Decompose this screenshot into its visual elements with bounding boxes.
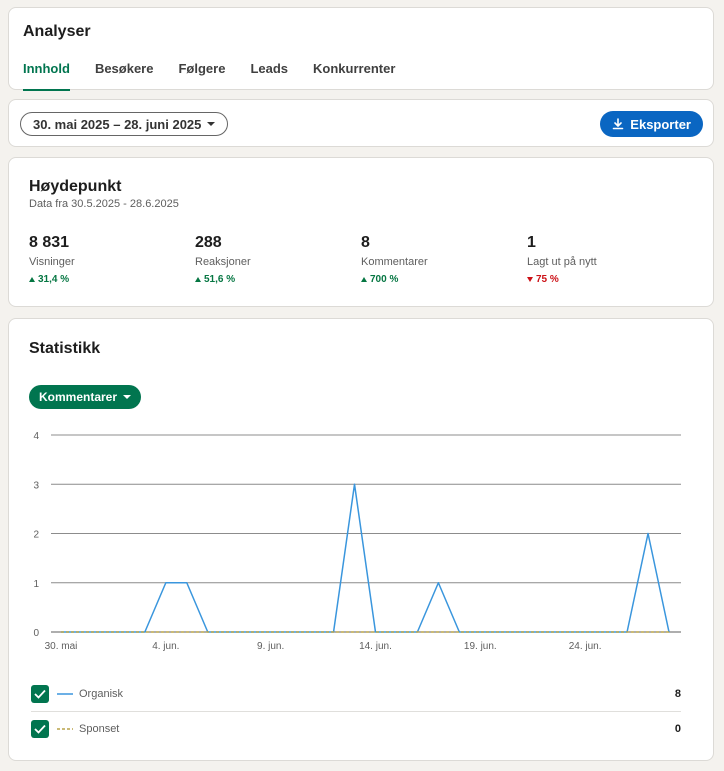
y-tick-label: 0 <box>33 628 39 639</box>
tab-bar: Innhold Besøkere Følgere Leads Konkurren… <box>23 61 420 91</box>
legend-row-organisk: Organisk 8 <box>31 677 681 712</box>
metric-label: Kommentarer <box>361 256 428 268</box>
metric-label: Lagt ut på nytt <box>527 256 597 268</box>
filter-bar: 30. mai 2025 – 28. juni 2025 Eksporter <box>8 99 714 147</box>
x-tick-label: 24. jun. <box>569 641 602 652</box>
metric-value: 288 <box>195 234 222 251</box>
organisk-checkbox[interactable] <box>31 685 49 703</box>
metric-change: 700 % <box>361 274 521 285</box>
series-line-organisk <box>61 483 670 633</box>
checkmark-icon <box>34 724 46 734</box>
trend-up-icon <box>361 277 367 282</box>
legend-label: Sponset <box>79 723 120 735</box>
x-tick-label: 30. mai <box>45 641 78 652</box>
legend-count: 8 <box>674 688 681 700</box>
x-tick-label: 14. jun. <box>359 641 392 652</box>
analytics-header-card: Analyser Innhold Besøkere Følgere Leads … <box>8 7 714 91</box>
metric-visninger: 8 831 Visninger 31,4 % <box>29 234 189 285</box>
legend-swatch-organisk <box>57 693 73 695</box>
y-tick-label: 3 <box>33 480 39 491</box>
x-tick-label: 4. jun. <box>152 641 179 652</box>
highlights-subtitle: Data fra 30.5.2025 - 28.6.2025 <box>29 198 179 210</box>
tab-konkurrenter[interactable]: Konkurrenter <box>313 61 395 91</box>
metric-value: 8 831 <box>29 234 70 251</box>
metric-reaksjoner: 288 Reaksjoner 51,6 % <box>195 234 355 285</box>
metric-value: 1 <box>527 234 536 251</box>
date-range-label: 30. mai 2025 – 28. juni 2025 <box>33 116 202 132</box>
export-button[interactable]: Eksporter <box>600 111 703 137</box>
highlights-title: Høydepunkt <box>29 178 122 195</box>
legend-count: 0 <box>674 723 681 735</box>
legend-row-sponset: Sponset 0 <box>31 712 681 746</box>
tab-innhold[interactable]: Innhold <box>23 61 70 91</box>
tab-leads[interactable]: Leads <box>250 61 288 91</box>
sponset-checkbox[interactable] <box>31 720 49 738</box>
metric-label: Reaksjoner <box>195 256 251 268</box>
metric-change: 51,6 % <box>195 274 355 285</box>
metric-value: 8 <box>361 234 370 251</box>
metric-change: 75 % <box>527 274 687 285</box>
trend-down-icon <box>527 277 533 282</box>
comments-line-chart: 0 1 2 3 4 30. mai 4. jun. 9. jun. 14. jun. 19. ju… <box>33 431 681 652</box>
y-tick-label: 4 <box>33 431 39 442</box>
trend-up-icon <box>195 277 201 282</box>
metric-reposts: 1 Lagt ut på nytt 75 % <box>527 234 687 285</box>
export-label: Eksporter <box>630 116 691 132</box>
metric-label: Visninger <box>29 256 75 268</box>
tab-folgere[interactable]: Følgere <box>178 61 225 91</box>
statistics-card: Statistikk Kommentarer 0 1 2 3 4 30. mai 4. ju… <box>8 318 714 761</box>
caret-down-icon <box>207 122 216 126</box>
x-tick-label: 9. jun. <box>257 641 284 652</box>
metric-change: 31,4 % <box>29 274 189 285</box>
legend-swatch-sponset <box>57 728 73 730</box>
checkmark-icon <box>34 689 46 699</box>
highlights-card: Høydepunkt Data fra 30.5.2025 - 28.6.202… <box>8 157 714 307</box>
y-tick-label: 2 <box>33 530 39 541</box>
date-range-dropdown[interactable]: 30. mai 2025 – 28. juni 2025 <box>20 112 229 136</box>
download-icon <box>612 118 624 130</box>
x-tick-label: 19. jun. <box>464 641 497 652</box>
tab-besokere[interactable]: Besøkere <box>95 61 154 91</box>
trend-up-icon <box>29 277 35 282</box>
y-tick-label: 1 <box>33 579 39 590</box>
legend-label: Organisk <box>79 688 124 700</box>
page-title: Analyser <box>23 23 91 40</box>
metric-kommentarer: 8 Kommentarer 700 % <box>361 234 521 285</box>
